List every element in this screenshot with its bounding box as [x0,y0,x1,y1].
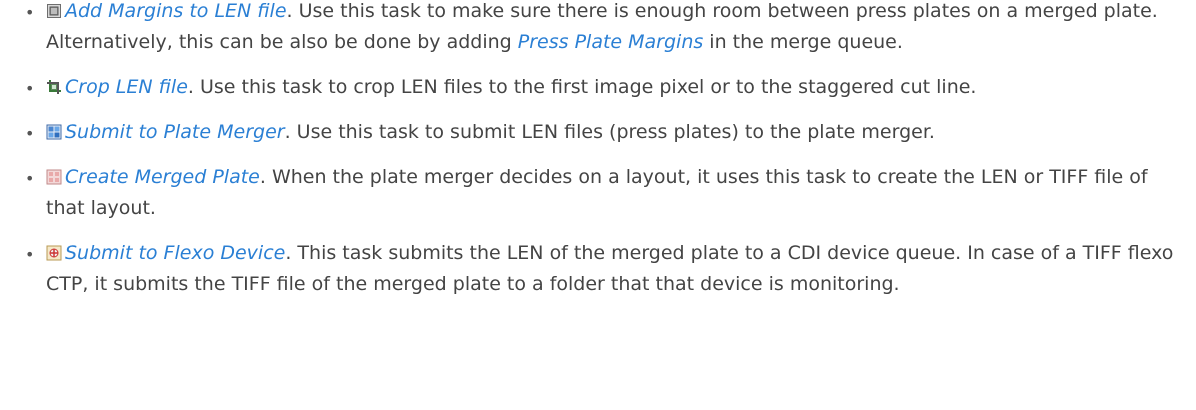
list-item: • Create Merged Plate. When the plate me… [0,162,1196,224]
add-margins-link[interactable]: Add Margins to LEN file [65,0,287,22]
bullet: • [25,124,35,143]
plate-merger-icon [46,124,62,140]
list-item: • Crop LEN file. Use this task to crop L… [0,72,1196,103]
bullet: • [25,245,35,264]
item-text: . Use this task to crop LEN files to the… [187,76,977,98]
list-item: • Submit to Plate Merger. Use this task … [0,117,1196,148]
submit-plate-merger-link[interactable]: Submit to Plate Merger [65,121,285,143]
margins-icon [46,3,62,19]
list-item: • Submit to Flexo Device. This task subm… [0,238,1196,300]
list-item: • Add Margins to LEN file. Use this task… [0,0,1196,58]
submit-flexo-device-link[interactable]: Submit to Flexo Device [65,242,285,264]
crop-len-link[interactable]: Crop LEN file [65,76,188,98]
bullet: • [25,3,35,22]
merged-plate-icon [46,169,62,185]
flexo-device-icon [46,245,62,261]
press-plate-margins-link[interactable]: Press Plate Margins [518,31,703,53]
item-text: in the merge queue. [703,31,903,53]
item-text: . Use this task to submit LEN files (pre… [284,121,935,143]
bullet: • [25,169,35,188]
bullet: • [25,79,35,98]
crop-icon [46,79,62,95]
task-list: • Add Margins to LEN file . Use this task… [0,0,1196,300]
create-merged-plate-link[interactable]: Create Merged Plate [65,166,260,188]
